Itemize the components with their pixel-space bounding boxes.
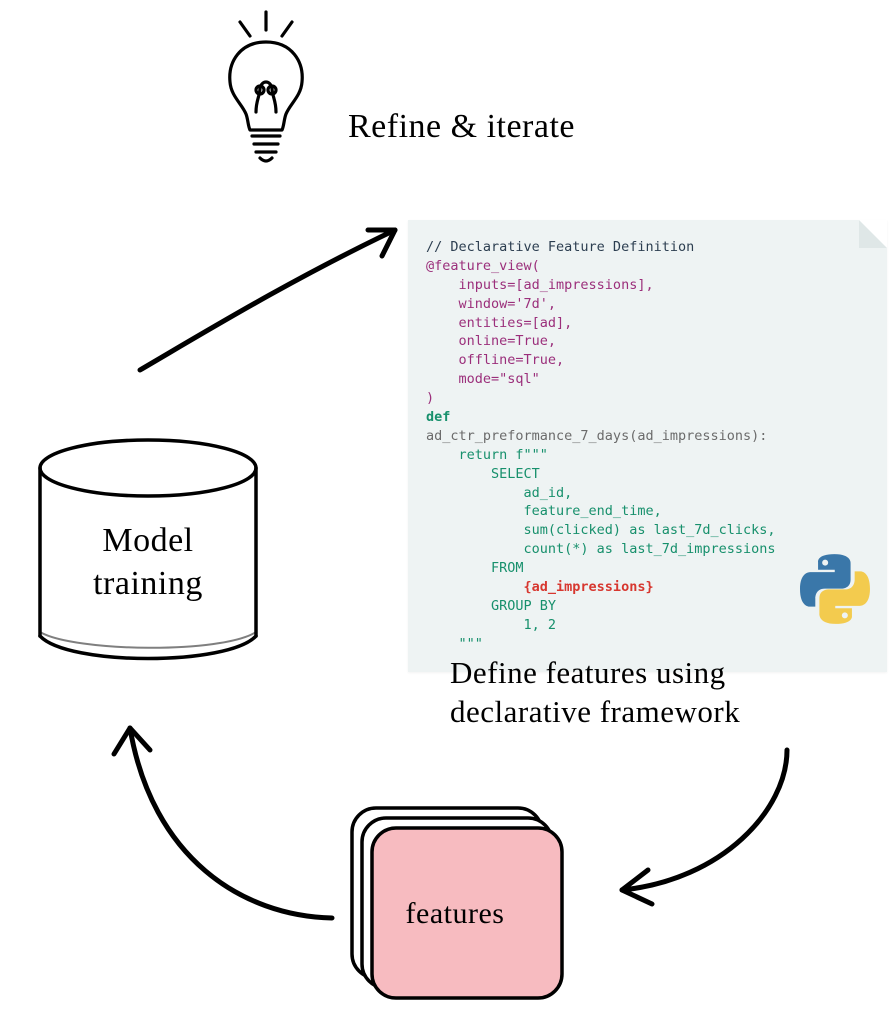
code-line: mode="sql" xyxy=(426,371,540,387)
code-line: ) xyxy=(426,390,434,406)
code-line: 1, 2 xyxy=(426,617,556,633)
arrow-define-to-features xyxy=(582,740,812,920)
code-line: FROM xyxy=(426,560,524,576)
code-line: inputs=[ad_impressions], xyxy=(426,277,654,293)
code-line: return f""" xyxy=(426,447,548,463)
lightbulb-icon xyxy=(206,8,326,168)
code-line: def xyxy=(426,409,450,425)
code-line: ad_id, xyxy=(426,485,572,501)
code-line: """ xyxy=(426,636,483,652)
code-line: // Declarative Feature Definition xyxy=(426,239,694,255)
code-line: window='7d', xyxy=(426,296,556,312)
python-icon xyxy=(800,554,870,624)
code-line: entities=[ad], xyxy=(426,315,572,331)
code-line: sum(clicked) as last_7d_clicks, xyxy=(426,522,776,538)
code-line: offline=True, xyxy=(426,352,564,368)
code-line: GROUP BY xyxy=(426,598,556,614)
diagram-stage: Refine & iterate // Declarative Feature … xyxy=(0,0,891,1024)
label-refine-iterate: Refine & iterate xyxy=(348,106,575,149)
code-line: count(*) as last_7d_impressions xyxy=(426,541,776,557)
code-line: SELECT xyxy=(426,466,540,482)
code-line: ad_ctr_preformance_7_days(ad_impressions… xyxy=(426,428,767,444)
code-line: online=True, xyxy=(426,333,556,349)
arrow-code-to-refine xyxy=(120,210,430,390)
label-define-features: Define features using declarative framew… xyxy=(450,654,740,732)
arrow-features-to-model xyxy=(92,688,352,948)
label-model-training: Model training xyxy=(60,520,236,605)
code-line: {ad_impressions} xyxy=(426,579,654,595)
label-features: features xyxy=(380,895,530,933)
code-line: @feature_view( xyxy=(426,258,540,274)
code-line: feature_end_time, xyxy=(426,503,662,519)
